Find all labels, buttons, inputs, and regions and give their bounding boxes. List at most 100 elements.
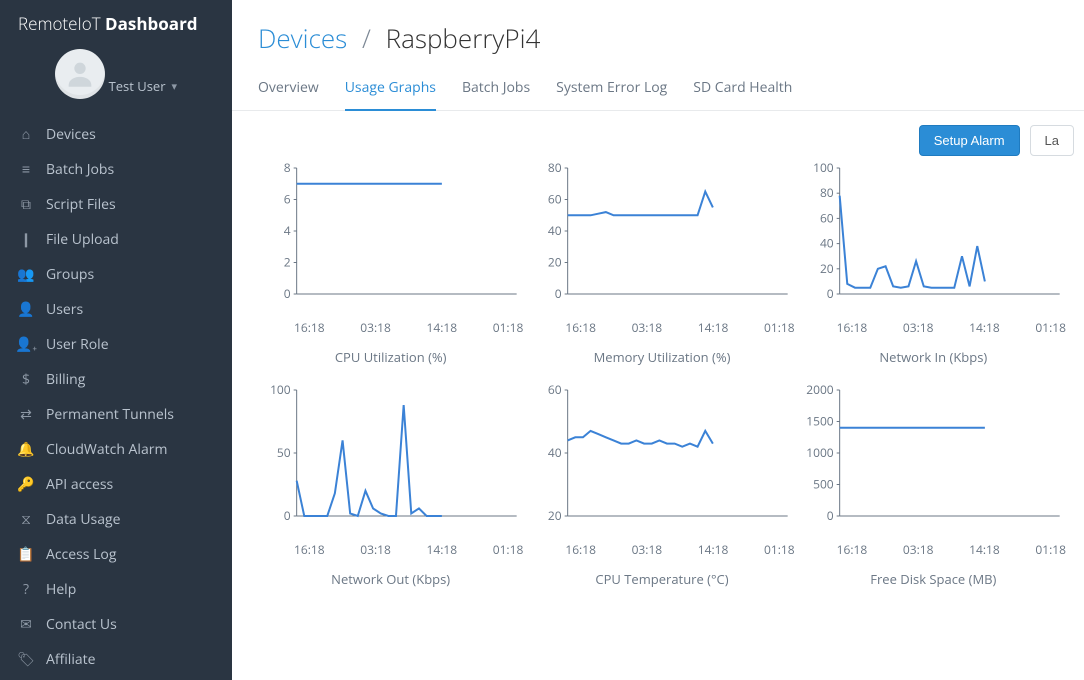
svg-text:0: 0 [826, 507, 833, 524]
dollar-icon: $ [14, 370, 38, 389]
sidebar-item-file-upload[interactable]: ❙File Upload [0, 222, 232, 257]
x-tick: 14:18 [426, 319, 457, 336]
sidebar-item-access-log[interactable]: 📋 Access Log [0, 537, 232, 572]
exchange-icon: ⇄ [14, 405, 38, 424]
tab-sd-card-health[interactable]: SD Card Health [693, 68, 792, 110]
x-tick: 03:18 [903, 319, 934, 336]
x-ticks: 16:1803:1814:1801:18 [258, 317, 523, 336]
svg-text:6: 6 [284, 191, 291, 208]
breadcrumb-root[interactable]: Devices [258, 20, 347, 56]
svg-text:100: 100 [270, 384, 291, 398]
clipboard-icon: 📋 [14, 545, 38, 564]
tab-overview[interactable]: Overview [258, 68, 319, 110]
bell-icon: 🔔 [14, 440, 38, 459]
svg-text:0: 0 [284, 285, 291, 302]
tab-batch-jobs[interactable]: Batch Jobs [462, 68, 530, 110]
x-tick: 14:18 [969, 541, 1000, 558]
secondary-button[interactable]: La [1030, 125, 1074, 156]
key-icon: 🔑 [14, 475, 38, 494]
sidebar-item-label: Contact Us [46, 615, 117, 634]
breadcrumb: Devices / RaspberryPi4 [232, 0, 1084, 68]
x-tick: 01:18 [1035, 319, 1066, 336]
sidebar-item-permanent-tunnels[interactable]: ⇄Permanent Tunnels [0, 397, 232, 432]
sidebar-item-label: Groups [46, 265, 94, 284]
chart-free-disk-space-mb: 0500100015002000 16:1803:1814:1801:18 Fr… [801, 384, 1066, 588]
setup-alarm-button[interactable]: Setup Alarm [919, 125, 1020, 156]
chart-title: Memory Utilization (%) [529, 348, 794, 366]
svg-text:40: 40 [548, 222, 562, 239]
x-tick: 03:18 [360, 541, 391, 558]
x-tick: 14:18 [426, 541, 457, 558]
x-tick: 01:18 [764, 319, 795, 336]
brand-light: RemoteIoT [18, 12, 105, 35]
svg-text:40: 40 [548, 444, 562, 461]
x-tick: 03:18 [903, 541, 934, 558]
x-tick: 16:18 [565, 541, 596, 558]
chart-svg: 0500100015002000 [801, 384, 1066, 534]
sidebar-item-user-role[interactable]: 👤₊User Role [0, 327, 232, 362]
badge-icon: 🏷 [14, 650, 38, 669]
tabs: Overview Usage Graphs Batch Jobs System Err… [232, 68, 1084, 111]
svg-text:4: 4 [284, 222, 291, 239]
sidebar-item-users[interactable]: 👤Users [0, 292, 232, 327]
svg-text:100: 100 [813, 162, 834, 176]
svg-text:60: 60 [820, 209, 834, 226]
sidebar-item-contact-us[interactable]: ✉ Contact Us [0, 607, 232, 642]
svg-text:0: 0 [284, 507, 291, 524]
series-line [568, 431, 713, 447]
username-label: Test User [109, 77, 166, 95]
chart-title: CPU Utilization (%) [258, 348, 523, 366]
chart-title: Network In (Kbps) [801, 348, 1066, 366]
sidebar-item-devices[interactable]: ⌂Devices [0, 117, 232, 152]
list-icon: ≡ [14, 160, 38, 179]
sidebar-item-affiliate[interactable]: 🏷 Affiliate [0, 642, 232, 677]
svg-text:8: 8 [284, 162, 291, 176]
sidebar-item-label: Billing [46, 370, 85, 389]
sidebar-item-api-access[interactable]: 🔑API access [0, 467, 232, 502]
home-icon: ⌂ [14, 125, 38, 144]
x-tick: 16:18 [837, 319, 868, 336]
svg-text:500: 500 [813, 476, 834, 493]
chart-svg: 0 50 100 [258, 384, 523, 534]
x-ticks: 16:1803:1814:1801:18 [801, 539, 1066, 558]
svg-text:0: 0 [555, 285, 562, 302]
sidebar-item-script-files[interactable]: ⧉Script Files [0, 187, 232, 222]
series-line [297, 405, 442, 516]
main: Devices / RaspberryPi4 Overview Usage Gra… [232, 0, 1084, 680]
chart-title: CPU Temperature (°C) [529, 570, 794, 588]
file-icon: ❙ [14, 230, 38, 249]
svg-text:50: 50 [277, 444, 291, 461]
x-tick: 01:18 [764, 541, 795, 558]
svg-text:80: 80 [820, 184, 834, 201]
chart-cpu-utilization: 02468 16:1803:1814:1801:18 CPU Utilizati… [258, 162, 523, 366]
sidebar-item-billing[interactable]: $ Billing [0, 362, 232, 397]
sidebar-item-batch-jobs[interactable]: ≡ Batch Jobs [0, 152, 232, 187]
sidebar-item-help[interactable]: ?Help [0, 572, 232, 607]
x-tick: 16:18 [565, 319, 596, 336]
avatar[interactable] [55, 49, 105, 99]
mail-icon: ✉ [14, 615, 38, 634]
sidebar: RemoteIoT Dashboard Test User ▾ ⌂Devices… [0, 0, 232, 680]
avatar-icon [63, 57, 97, 91]
username-menu[interactable]: Test User ▾ [109, 77, 177, 95]
chart-svg: 02468 [258, 162, 523, 312]
sidebar-item-groups[interactable]: 👥 Groups [0, 257, 232, 292]
sidebar-item-label: Affiliate [46, 650, 96, 669]
sidebar-item-data-usage[interactable]: ⧖Data Usage [0, 502, 232, 537]
group-icon: 👥 [14, 265, 38, 284]
sidebar-item-label: Access Log [46, 545, 116, 564]
tab-usage-graphs[interactable]: Usage Graphs [345, 68, 436, 111]
x-ticks: 16:1803:1814:1801:18 [801, 317, 1066, 336]
chart-svg: 020406080100 [801, 162, 1066, 312]
chart-memory-utilization: 020406080 16:1803:1814:1801:18 Memory Ut… [529, 162, 794, 366]
tab-system-error-log[interactable]: System Error Log [556, 68, 667, 110]
sidebar-item-cloudwatch-alarm[interactable]: 🔔CloudWatch Alarm [0, 432, 232, 467]
sidebar-item-label: Batch Jobs [46, 160, 114, 179]
toolbar: Setup Alarm La [232, 111, 1084, 162]
chart-title: Free Disk Space (MB) [801, 570, 1066, 588]
hourglass-icon: ⧖ [14, 510, 38, 529]
brand: RemoteIoT Dashboard [0, 0, 232, 41]
x-tick: 03:18 [632, 541, 663, 558]
brand-bold: Dashboard [105, 12, 198, 35]
series-line [839, 196, 984, 288]
